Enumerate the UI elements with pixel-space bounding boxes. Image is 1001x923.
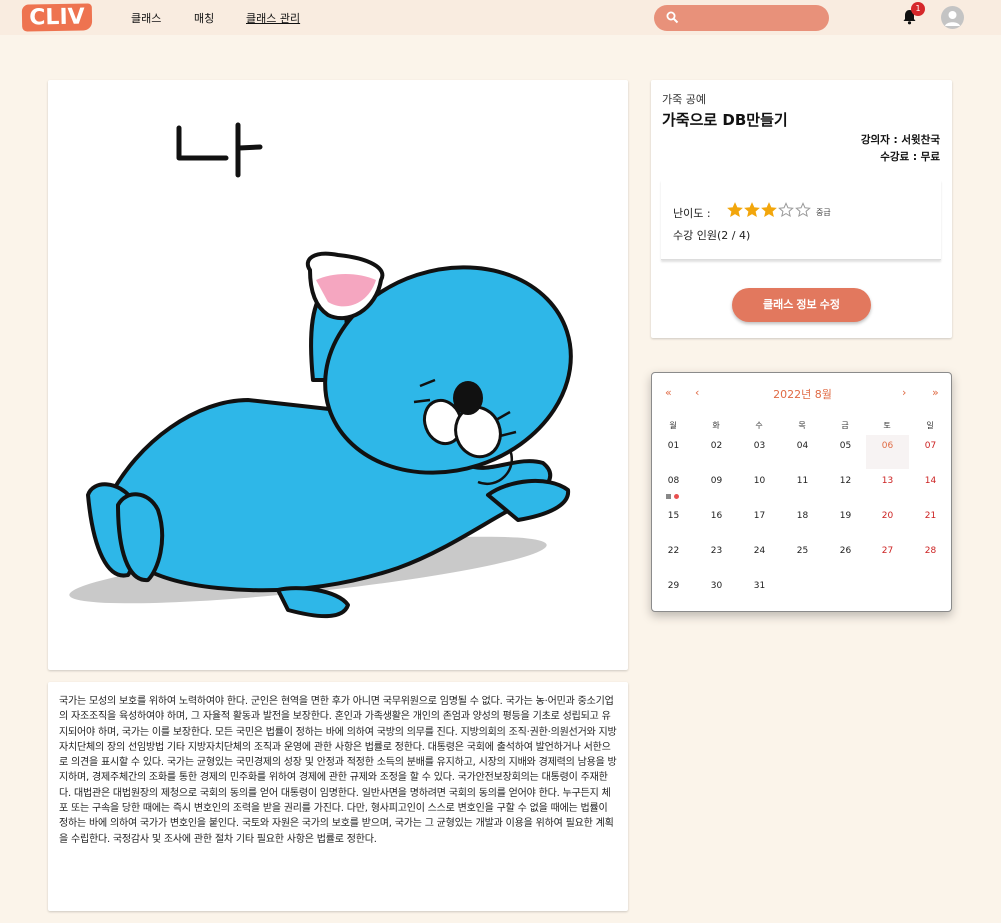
class-title: 가죽으로 DB만들기 (662, 111, 788, 129)
calendar-title: 2022년 8월 (773, 388, 832, 401)
calendar-day[interactable]: 15 (652, 505, 695, 539)
nav-classes[interactable]: 클래스 (131, 10, 161, 26)
enrollment-count: 수강 인원(2 / 4) (673, 229, 751, 242)
class-description: 국가는 모성의 보호를 위하여 노력하여야 한다. 군인은 현역을 면한 후가 … (59, 696, 617, 845)
class-image (69, 122, 573, 619)
calendar-day[interactable]: 10 (738, 470, 781, 504)
class-image-card (48, 80, 628, 670)
teacher-name: 강의자 : 서윗찬국 (860, 134, 940, 146)
class-meta-box: 난이도 : 중급 수강 인원(2 / 4) (661, 180, 941, 260)
class-info-card: 가죽 공예 가죽으로 DB만들기 강의자 : 서윗찬국 수강료 : 무료 난이도… (651, 80, 952, 338)
next-year-button[interactable]: » (932, 386, 939, 399)
nav-class-management[interactable]: 클래스 관리 (246, 10, 300, 26)
calendar-day[interactable]: 08 (652, 470, 695, 504)
weekday-header: 월 (669, 421, 677, 430)
calendar-day[interactable]: 16 (695, 505, 738, 539)
weekday-header: 금 (841, 421, 849, 430)
difficulty-stars (727, 202, 811, 218)
class-description-card: 국가는 모성의 보호를 위하여 노력하여야 한다. 군인은 현역을 면한 후가 … (48, 682, 628, 911)
calendar-day[interactable]: 18 (781, 505, 824, 539)
notification-badge: 1 (911, 2, 925, 16)
calendar: « ‹ 2022년 8월 › » 월 화 수 목 금 토 일 01 02 03 04 05 06 07 08… (651, 372, 952, 612)
star-filled-icon (744, 202, 760, 218)
top-navbar: CLIV 클래스 매칭 클래스 관리 1 (0, 0, 1001, 35)
calendar-day[interactable]: 29 (652, 575, 695, 609)
class-fee: 수강료 : 무료 (880, 151, 940, 163)
logo-text: CLIV (29, 4, 85, 31)
next-month-button[interactable]: › (902, 386, 906, 399)
calendar-day[interactable]: 17 (738, 505, 781, 539)
calendar-day[interactable]: 28 (909, 540, 952, 574)
difficulty-label: 난이도 : (673, 207, 711, 220)
calendar-day[interactable]: 04 (781, 435, 824, 469)
calendar-day[interactable]: 09 (695, 470, 738, 504)
calendar-day[interactable]: 11 (781, 470, 824, 504)
logo[interactable]: CLIV (21, 3, 93, 32)
calendar-day[interactable]: 27 (866, 540, 909, 574)
handwritten-character (176, 122, 263, 178)
weekday-header: 토 (883, 421, 891, 430)
star-filled-icon (761, 202, 777, 218)
calendar-day[interactable]: 26 (824, 540, 867, 574)
difficulty-level-text: 중급 (816, 208, 831, 217)
calendar-day[interactable]: 24 (738, 540, 781, 574)
calendar-day[interactable]: 25 (781, 540, 824, 574)
star-empty-icon (778, 202, 794, 218)
weekday-header: 수 (755, 421, 763, 430)
class-category: 가죽 공예 (662, 93, 706, 106)
calendar-day[interactable]: 01 (652, 435, 695, 469)
user-icon (945, 11, 960, 26)
search-icon (666, 11, 679, 24)
weekday-header: 목 (798, 421, 806, 430)
calendar-day[interactable]: 06 (866, 435, 909, 469)
calendar-day[interactable]: 20 (866, 505, 909, 539)
calendar-day[interactable]: 02 (695, 435, 738, 469)
edit-class-button[interactable]: 클래스 정보 수정 (732, 288, 871, 322)
avatar[interactable] (941, 6, 964, 29)
calendar-day[interactable]: 21 (909, 505, 952, 539)
calendar-day[interactable]: 14 (909, 470, 952, 504)
calendar-day[interactable]: 31 (738, 575, 781, 609)
star-filled-icon (727, 202, 743, 218)
calendar-day[interactable]: 12 (824, 470, 867, 504)
calendar-day[interactable]: 13 (866, 470, 909, 504)
weekday-header: 화 (712, 421, 720, 430)
event-markers (666, 494, 679, 499)
calendar-day[interactable]: 23 (695, 540, 738, 574)
calendar-day[interactable]: 03 (738, 435, 781, 469)
weekday-header: 일 (926, 421, 934, 430)
nav-matching[interactable]: 매칭 (194, 10, 214, 26)
event-marker-gray (666, 494, 671, 499)
calendar-day[interactable]: 30 (695, 575, 738, 609)
calendar-day[interactable]: 05 (824, 435, 867, 469)
calendar-day[interactable]: 19 (824, 505, 867, 539)
star-empty-icon (795, 202, 811, 218)
event-marker-red (674, 494, 679, 499)
calendar-day[interactable]: 22 (652, 540, 695, 574)
calendar-day[interactable]: 07 (909, 435, 952, 469)
search-input[interactable] (654, 5, 829, 31)
